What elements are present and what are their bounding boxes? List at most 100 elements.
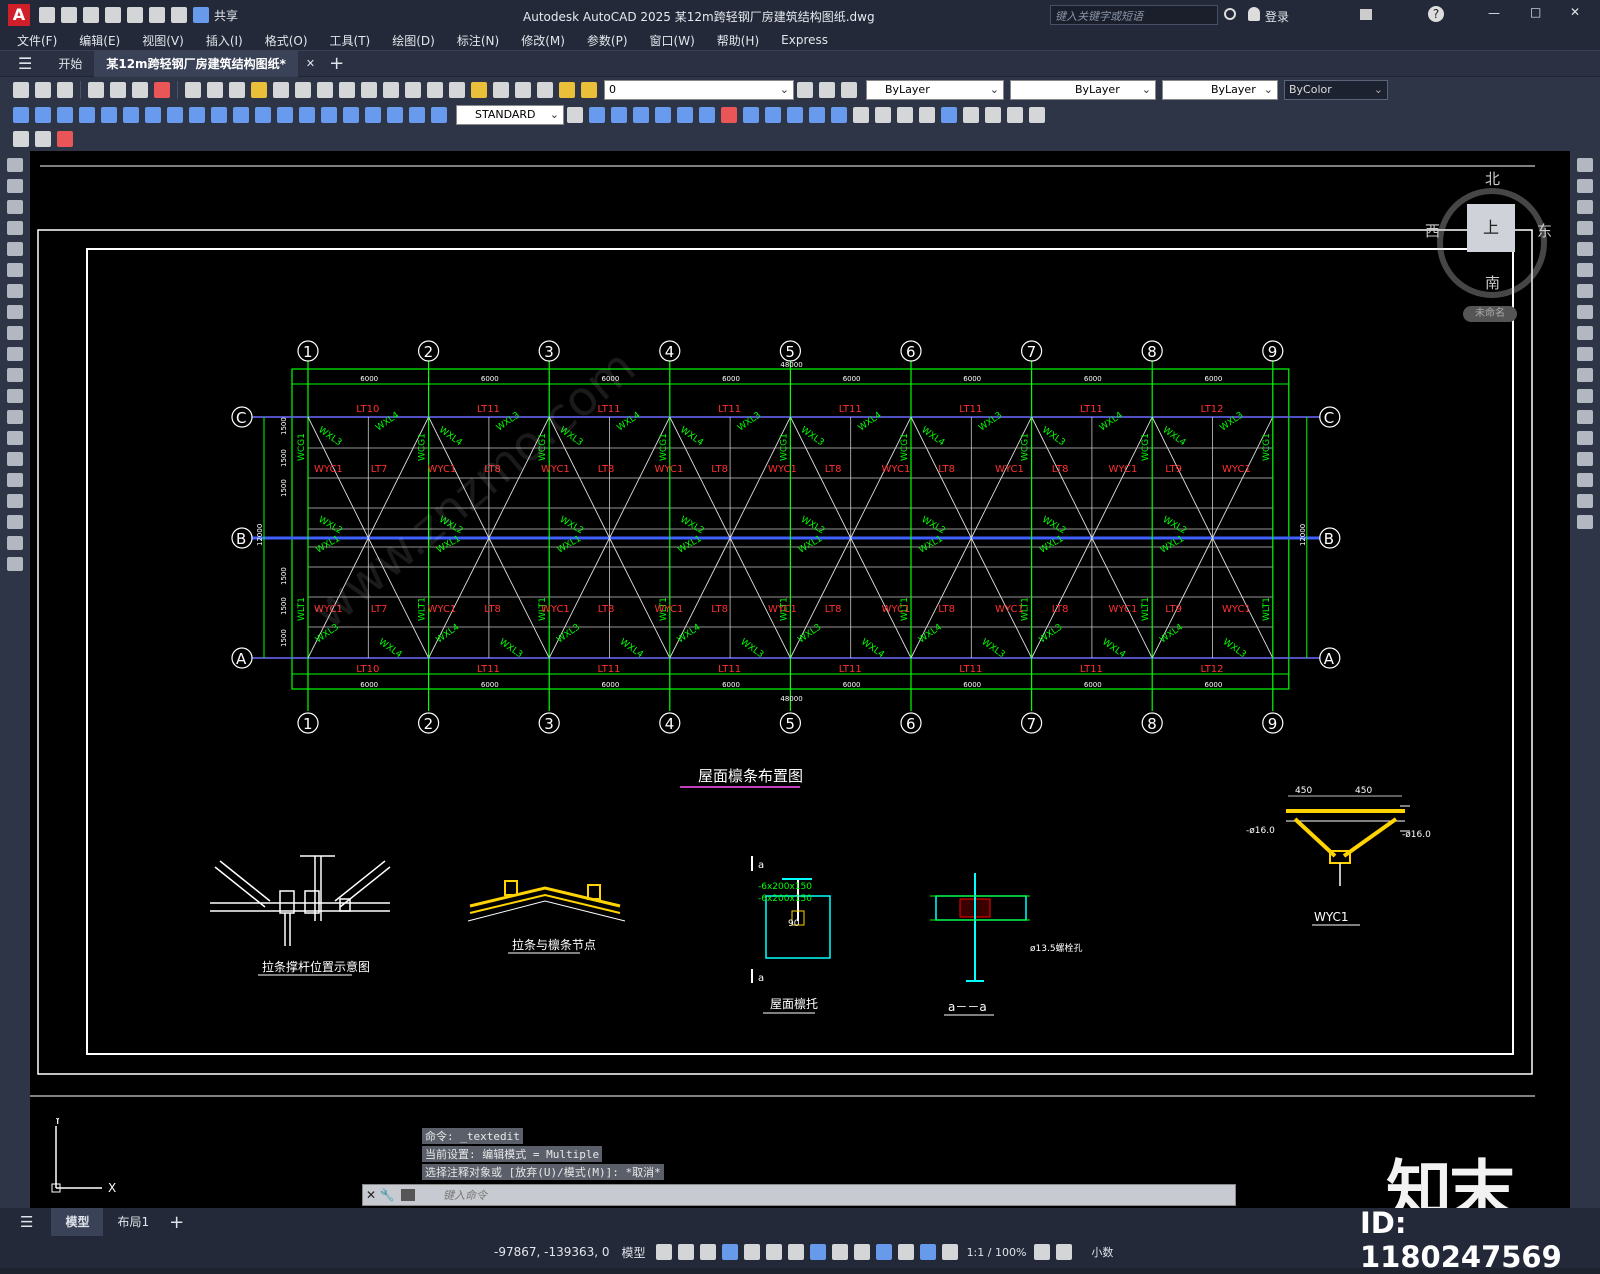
menu-insert[interactable]: 插入(I): [206, 32, 243, 49]
isodraft-icon[interactable]: [743, 1244, 760, 1260]
view-front-icon[interactable]: [897, 107, 913, 123]
revcloud-icon[interactable]: [7, 305, 23, 319]
angular-icon[interactable]: [167, 107, 183, 123]
arc-icon[interactable]: [7, 263, 23, 277]
plotstyle-dropdown[interactable]: ByColor ⌄: [1284, 80, 1388, 100]
construction-line-icon[interactable]: [7, 179, 23, 193]
redo-icon[interactable]: [295, 82, 311, 98]
close-icon[interactable]: ✕: [363, 1188, 379, 1202]
region-icon[interactable]: [7, 494, 23, 508]
new-file-icon[interactable]: [39, 7, 55, 23]
undo-icon[interactable]: [149, 7, 165, 23]
ellipse-arc-icon[interactable]: [7, 368, 23, 382]
orbit-icon[interactable]: [963, 107, 979, 123]
jogged-icon[interactable]: [123, 107, 139, 123]
redo-icon[interactable]: [171, 7, 187, 23]
zoom-realtime-icon[interactable]: [339, 82, 355, 98]
menu-file[interactable]: 文件(F): [17, 32, 57, 49]
print-icon[interactable]: [88, 82, 104, 98]
circle-icon[interactable]: [7, 284, 23, 298]
search-icon[interactable]: [1224, 8, 1236, 20]
break-icon[interactable]: [277, 107, 293, 123]
tab-model[interactable]: 模型: [51, 1208, 104, 1236]
hamburger-menu-icon[interactable]: ☰: [20, 1213, 33, 1231]
snap-icon[interactable]: [677, 1244, 694, 1260]
properties-icon[interactable]: [405, 82, 421, 98]
units-dropdown[interactable]: 小数: [1091, 1244, 1113, 1260]
calculator-icon[interactable]: [493, 82, 509, 98]
tolerance-icon[interactable]: [299, 107, 315, 123]
move-icon[interactable]: [1577, 263, 1593, 277]
radius-icon[interactable]: [101, 107, 117, 123]
pdf-icon[interactable]: [154, 82, 170, 98]
ortho-icon[interactable]: [699, 1244, 716, 1260]
explode-icon[interactable]: [1577, 515, 1593, 529]
grid-icon[interactable]: [655, 1244, 672, 1260]
revolve-icon[interactable]: [809, 107, 825, 123]
polygon-icon[interactable]: [7, 221, 23, 235]
tool-palettes-icon[interactable]: [449, 82, 465, 98]
menu-view[interactable]: 视图(V): [142, 32, 184, 49]
linetype-dropdown[interactable]: ByLayer ⌄: [1010, 80, 1156, 100]
offset-icon[interactable]: [1577, 221, 1593, 235]
selection-cycling-icon[interactable]: [853, 1244, 870, 1260]
solid-cylinder-icon[interactable]: [677, 107, 693, 123]
save-icon[interactable]: [57, 82, 73, 98]
publish-web-icon[interactable]: [57, 131, 73, 147]
add-icon[interactable]: [1056, 1244, 1073, 1260]
login-button[interactable]: 登录: [1265, 8, 1289, 25]
new-tab-button[interactable]: +: [329, 53, 344, 74]
cut-icon[interactable]: [185, 82, 201, 98]
design-center-icon[interactable]: [427, 82, 443, 98]
solid-wedge-icon[interactable]: [611, 107, 627, 123]
share-icon[interactable]: [193, 7, 209, 23]
annotation-visibility-icon[interactable]: [919, 1244, 936, 1260]
point-icon[interactable]: [7, 431, 23, 445]
tab-layout1[interactable]: 布局1: [103, 1208, 163, 1236]
text-style-dropdown[interactable]: STANDARD ⌄: [456, 105, 564, 125]
render-icon[interactable]: [985, 107, 1001, 123]
baseline-icon[interactable]: [211, 107, 227, 123]
break-at-point-icon[interactable]: [1577, 389, 1593, 403]
view-left-icon[interactable]: [919, 107, 935, 123]
preview-icon[interactable]: [110, 82, 126, 98]
insert-block-icon[interactable]: [7, 389, 23, 403]
array-icon[interactable]: [1577, 242, 1593, 256]
fillet-icon[interactable]: [1577, 473, 1593, 487]
close-button[interactable]: ✕: [1570, 5, 1580, 19]
dim-style-icon[interactable]: [567, 107, 583, 123]
dynamic-ucs-icon[interactable]: [897, 1244, 914, 1260]
copy-icon[interactable]: [207, 82, 223, 98]
paste-icon[interactable]: [229, 82, 245, 98]
help-icon[interactable]: [515, 82, 531, 98]
command-prompt-icon[interactable]: [401, 1189, 415, 1201]
maximize-button[interactable]: □: [1530, 5, 1541, 19]
undo-icon[interactable]: [273, 82, 289, 98]
chamfer-icon[interactable]: [1577, 452, 1593, 466]
continue-icon[interactable]: [233, 107, 249, 123]
open-icon[interactable]: [35, 82, 51, 98]
model-space-button[interactable]: 模型: [622, 1244, 646, 1261]
search-input[interactable]: 键入关键字或短语: [1050, 5, 1218, 25]
menu-tools[interactable]: 工具(T): [330, 32, 371, 49]
union-icon[interactable]: [721, 107, 737, 123]
extrude-icon[interactable]: [787, 107, 803, 123]
multiline-text-icon[interactable]: [7, 536, 23, 550]
minimize-button[interactable]: —: [1488, 6, 1500, 20]
viewcube-top-face[interactable]: 上: [1467, 204, 1515, 252]
intersect-icon[interactable]: [765, 107, 781, 123]
viewcube-south[interactable]: 南: [1485, 272, 1500, 293]
dimension-edit-icon[interactable]: [387, 107, 403, 123]
viewcube-north[interactable]: 北: [1485, 168, 1500, 189]
markup-icon[interactable]: [471, 82, 487, 98]
break-icon[interactable]: [1577, 410, 1593, 424]
viewcube[interactable]: 上 北 南 西 东 未命名: [1425, 168, 1557, 328]
arc-length-icon[interactable]: [57, 107, 73, 123]
sun-icon[interactable]: [581, 82, 597, 98]
menu-draw[interactable]: 绘图(D): [392, 32, 435, 49]
wcs-menu[interactable]: 未命名: [1463, 306, 1517, 322]
solid-sphere-icon[interactable]: [655, 107, 671, 123]
publish-icon[interactable]: [132, 82, 148, 98]
quick-dimension-icon[interactable]: [189, 107, 205, 123]
stretch-icon[interactable]: [1577, 326, 1593, 340]
